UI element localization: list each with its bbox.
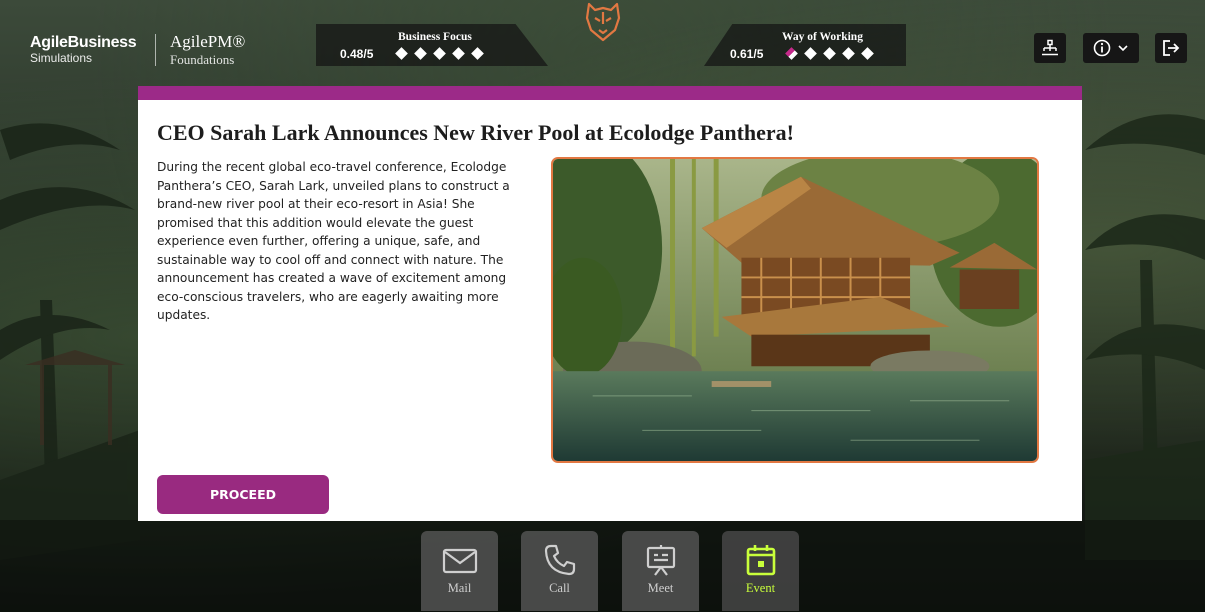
dock-call[interactable]: Call — [521, 531, 598, 611]
way-of-working-panel: Way of Working 0.61/5 — [704, 24, 906, 66]
logout-button[interactable] — [1155, 33, 1187, 63]
rating-diamond — [471, 47, 484, 60]
rating-diamond — [414, 47, 427, 60]
dock-mail-label: Mail — [447, 581, 472, 595]
business-focus-title: Business Focus — [398, 31, 472, 43]
event-body: During the recent global eco-travel conf… — [157, 160, 510, 322]
brand-secondary-name: AgilePM® — [170, 32, 246, 51]
proceed-button[interactable]: PROCEED — [157, 475, 329, 514]
chevron-down-icon — [1118, 45, 1128, 52]
brand-primary-sub: Simulations — [30, 51, 93, 65]
dock-event[interactable]: Event — [722, 531, 799, 611]
info-icon — [1093, 39, 1111, 57]
brand-primary-name: AgileBusiness — [30, 34, 137, 51]
brand-divider — [155, 34, 156, 66]
ecolodge-image — [551, 157, 1039, 463]
top-bar: AgileBusiness Simulations AgilePM® Found… — [0, 0, 1205, 90]
agilebusiness-logo: AgileBusiness Simulations — [30, 34, 137, 65]
business-focus-rating — [395, 46, 484, 61]
org-chart-button[interactable] — [1034, 33, 1066, 63]
event-card: CEO Sarah Lark Announces New River Pool … — [138, 86, 1082, 521]
card-accent-bar — [138, 86, 1082, 100]
rating-diamond — [433, 47, 446, 60]
mail-icon — [442, 548, 477, 574]
dock-meet[interactable]: Meet — [622, 531, 699, 611]
event-title: CEO Sarah Lark Announces New River Pool … — [157, 120, 794, 145]
dock-meet-label: Meet — [647, 581, 674, 595]
org-chart-icon — [1042, 39, 1058, 56]
dock-event-label: Event — [745, 581, 776, 595]
dock-call-label: Call — [549, 581, 570, 595]
way-of-working-value: 0.61/5 — [730, 47, 764, 61]
info-menu-button[interactable] — [1083, 33, 1139, 63]
presentation-icon — [646, 545, 675, 576]
rating-diamond — [861, 47, 874, 60]
rating-diamond — [823, 47, 836, 60]
way-of-working-title: Way of Working — [782, 31, 863, 43]
way-of-working-rating — [785, 46, 874, 61]
business-focus-value: 0.48/5 — [340, 47, 374, 61]
rating-diamond-partial — [785, 47, 798, 60]
dock-mail[interactable]: Mail — [421, 531, 498, 611]
tiger-logo-icon — [585, 2, 621, 42]
rating-diamond — [804, 47, 817, 60]
business-focus-panel: Business Focus 0.48/5 — [316, 24, 548, 66]
rating-diamond — [395, 47, 408, 60]
logout-icon — [1163, 40, 1180, 56]
brand-secondary-sub: Foundations — [170, 52, 235, 67]
calendar-icon — [746, 545, 775, 576]
phone-icon — [544, 544, 575, 576]
agilepm-logo: AgilePM® Foundations — [170, 32, 245, 68]
rating-diamond — [452, 47, 465, 60]
rating-diamond — [842, 47, 855, 60]
